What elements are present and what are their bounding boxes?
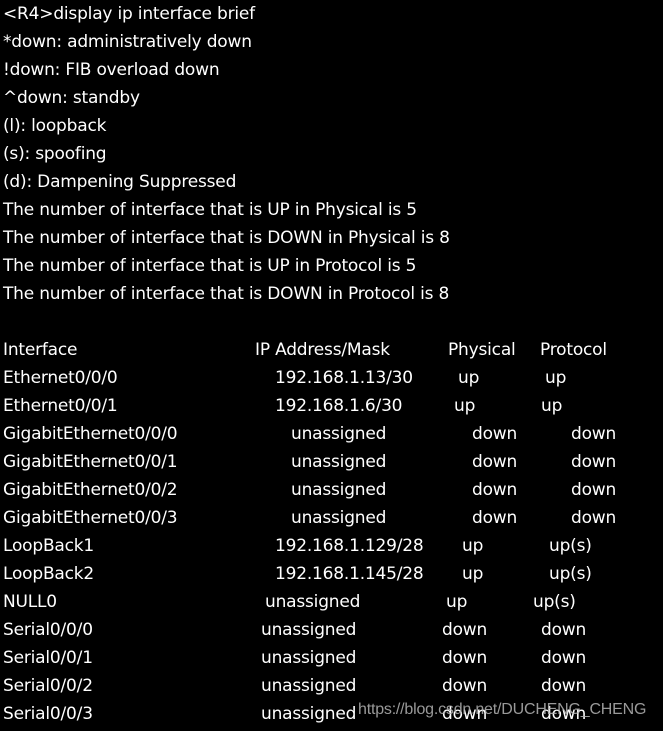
interface-name: Serial0/0/3 — [3, 704, 93, 724]
protocol-status: down — [541, 620, 587, 640]
ip-address: 192.168.1.6/30 — [275, 396, 403, 416]
physical-status: down — [472, 424, 518, 444]
physical-status: up — [458, 368, 480, 388]
protocol-status: up(s) — [533, 592, 576, 612]
ip-address: unassigned — [261, 704, 357, 724]
header-line: <R4>display ip interface brief — [3, 4, 255, 24]
protocol-status: down — [571, 452, 617, 472]
interface-name: GigabitEthernet0/0/1 — [3, 452, 178, 472]
physical-status: up — [462, 536, 484, 556]
interface-name: Serial0/0/2 — [3, 676, 93, 696]
interface-name: LoopBack1 — [3, 536, 95, 556]
ip-address: unassigned — [291, 452, 387, 472]
interface-name: NULL0 — [3, 592, 57, 612]
watermark: https://blog.csdn.net/DUCHENG_CHENG — [358, 701, 647, 718]
ip-address: unassigned — [291, 424, 387, 444]
ip-address: 192.168.1.13/30 — [275, 368, 413, 388]
ip-address: unassigned — [265, 592, 361, 612]
header-line: (s): spoofing — [3, 144, 107, 164]
interface-name: Ethernet0/0/1 — [3, 396, 118, 416]
protocol-status: up — [541, 396, 563, 416]
column-header: Interface — [3, 340, 78, 360]
physical-status: down — [472, 508, 518, 528]
physical-status: down — [442, 648, 488, 668]
header-line: (d): Dampening Suppressed — [3, 172, 237, 192]
header-line: The number of interface that is UP in Ph… — [3, 200, 417, 220]
header-line: (l): loopback — [3, 116, 107, 136]
protocol-status: down — [571, 480, 617, 500]
protocol-status: up(s) — [549, 564, 592, 584]
ip-address: unassigned — [261, 676, 357, 696]
physical-status: up — [462, 564, 484, 584]
ip-address: unassigned — [261, 648, 357, 668]
physical-status: up — [446, 592, 468, 612]
physical-status: down — [442, 620, 488, 640]
ip-address: 192.168.1.129/28 — [275, 536, 424, 556]
protocol-status: up — [545, 368, 567, 388]
interface-name: GigabitEthernet0/0/3 — [3, 508, 178, 528]
header-line: ^down: standby — [3, 88, 140, 108]
ip-address: 192.168.1.145/28 — [275, 564, 424, 584]
physical-status: down — [472, 480, 518, 500]
ip-address: unassigned — [261, 620, 357, 640]
header-line: The number of interface that is UP in Pr… — [3, 256, 417, 276]
header-line: The number of interface that is DOWN in … — [3, 228, 450, 248]
column-header: IP Address/Mask — [255, 340, 390, 360]
protocol-status: down — [541, 648, 587, 668]
physical-status: down — [472, 452, 518, 472]
interface-name: LoopBack2 — [3, 564, 95, 584]
physical-status: up — [454, 396, 476, 416]
ip-address: unassigned — [291, 480, 387, 500]
ip-address: unassigned — [291, 508, 387, 528]
header-line: The number of interface that is DOWN in … — [3, 284, 450, 304]
interface-name: Serial0/0/1 — [3, 648, 93, 668]
protocol-status: down — [541, 676, 587, 696]
interface-name: Ethernet0/0/0 — [3, 368, 118, 388]
interface-name: GigabitEthernet0/0/0 — [3, 424, 178, 444]
header-line: !down: FIB overload down — [3, 60, 220, 80]
protocol-status: up(s) — [549, 536, 592, 556]
physical-status: down — [442, 676, 488, 696]
protocol-status: down — [571, 424, 617, 444]
column-header: Protocol — [540, 340, 607, 360]
protocol-status: down — [571, 508, 617, 528]
interface-name: GigabitEthernet0/0/2 — [3, 480, 178, 500]
column-header: Physical — [448, 340, 516, 360]
interface-name: Serial0/0/0 — [3, 620, 93, 640]
header-line: *down: administratively down — [3, 32, 252, 52]
